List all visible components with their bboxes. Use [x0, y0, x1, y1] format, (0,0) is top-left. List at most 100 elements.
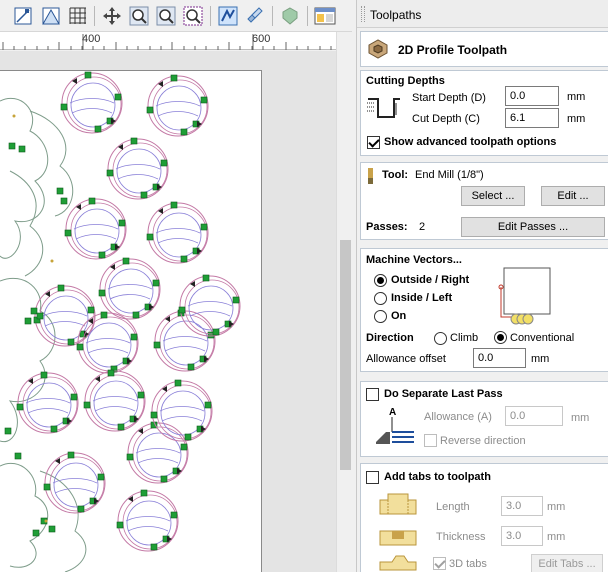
- inner-vector: [127, 526, 169, 532]
- move-icon[interactable]: [101, 5, 123, 27]
- vector-node: [8, 142, 16, 150]
- inside-left-label[interactable]: Inside / Left: [391, 292, 452, 304]
- vector-node: [70, 393, 78, 401]
- vector-node: [130, 333, 138, 341]
- separate-last-pass-checkbox[interactable]: [366, 388, 379, 401]
- vector-node: [97, 473, 105, 481]
- snap-icon[interactable]: [12, 5, 34, 27]
- vector-node: [140, 191, 148, 199]
- machine-vectors-section: Machine Vectors... Outside / Right Insid…: [360, 248, 608, 372]
- inner-vector: [157, 238, 199, 244]
- profile-toolpath-icon: [366, 37, 390, 64]
- inner-vector: [107, 284, 153, 290]
- vector-node: [114, 93, 122, 101]
- on-label[interactable]: On: [391, 310, 406, 322]
- material-icon[interactable]: [279, 5, 301, 27]
- conventional-radio[interactable]: [494, 331, 507, 344]
- leaf-outline: [9, 170, 44, 277]
- vector-node: [200, 223, 208, 231]
- vector-node: [67, 451, 75, 459]
- vector-node: [132, 311, 140, 319]
- tab-length-label: Length: [436, 501, 470, 513]
- select-tool-button[interactable]: Select ...: [461, 186, 525, 206]
- cut-depth-label: Cut Depth (C): [412, 113, 480, 125]
- reverse-direction-label[interactable]: Reverse direction: [440, 435, 526, 447]
- vector-point: [44, 519, 48, 523]
- inner-vector: [52, 478, 98, 484]
- vector-node: [57, 284, 65, 292]
- last-pass-allowance-input[interactable]: [505, 406, 563, 426]
- view-toolbar: [0, 0, 352, 32]
- vector-node: [40, 371, 48, 379]
- window-layout-icon[interactable]: [314, 5, 336, 27]
- leaf-outline: [0, 97, 49, 259]
- tabs-3d-icon: [378, 552, 418, 572]
- inner-vector: [25, 398, 71, 404]
- inner-vector: [164, 346, 206, 352]
- tabs-3d-checkbox[interactable]: [433, 557, 446, 570]
- cutting-depths-heading: Cutting Depths: [366, 75, 445, 87]
- tab-length-input[interactable]: [501, 496, 543, 516]
- drawing-canvas[interactable]: [0, 51, 336, 572]
- toolpath-preview-icon[interactable]: [217, 5, 239, 27]
- inner-vector: [189, 311, 231, 317]
- vector-artwork[interactable]: [0, 51, 336, 572]
- vector-node: [100, 311, 108, 319]
- vector-point: [12, 114, 16, 118]
- add-tabs-checkbox[interactable]: [366, 471, 379, 484]
- zoom-fit-icon[interactable]: [155, 5, 177, 27]
- inner-vector: [135, 448, 181, 454]
- grid-icon[interactable]: [67, 5, 89, 27]
- edit-passes-button[interactable]: Edit Passes ...: [461, 217, 605, 237]
- ruler-label-400: 400: [82, 33, 101, 45]
- tool-section: Tool: End Mill (1/8") Select ... Edit ..…: [360, 162, 608, 240]
- leaf-outline: [0, 462, 49, 568]
- allowance-offset-unit: mm: [531, 353, 550, 365]
- grid-snap-icon[interactable]: [40, 5, 62, 27]
- on-radio[interactable]: [374, 310, 387, 323]
- vector-node: [18, 145, 26, 153]
- show-advanced-checkbox[interactable]: [367, 136, 380, 149]
- inner-vector: [162, 336, 208, 342]
- vector-node: [212, 328, 220, 336]
- tabs-3d-label[interactable]: 3D tabs: [449, 558, 487, 570]
- start-depth-input[interactable]: [505, 86, 559, 106]
- inner-vector: [117, 174, 159, 180]
- tool-label: Tool:: [382, 169, 409, 181]
- cut-depth-unit: mm: [567, 113, 586, 125]
- tool-name: End Mill (1/8"): [415, 169, 484, 181]
- vector-node: [146, 233, 154, 241]
- conventional-label[interactable]: Conventional: [510, 332, 574, 344]
- vertical-scrollbar[interactable]: [336, 32, 353, 572]
- edit-tool-button[interactable]: Edit ...: [541, 186, 605, 206]
- show-advanced-label[interactable]: Show advanced toolpath options: [384, 136, 556, 148]
- vector-node: [174, 379, 182, 387]
- layers-icon[interactable]: [244, 5, 266, 27]
- vector-node: [170, 201, 178, 209]
- edit-tabs-button[interactable]: Edit Tabs ...: [531, 554, 603, 572]
- start-depth-unit: mm: [567, 91, 586, 103]
- cut-depth-input[interactable]: [505, 108, 559, 128]
- zoom-selection-icon[interactable]: [182, 5, 204, 27]
- reverse-direction-checkbox[interactable]: [424, 434, 437, 447]
- machine-vectors-heading: Machine Vectors...: [366, 254, 462, 266]
- inside-left-radio[interactable]: [374, 292, 387, 305]
- outside-right-radio[interactable]: [374, 274, 387, 287]
- allowance-offset-input[interactable]: [473, 348, 526, 368]
- tab-thickness-input[interactable]: [501, 526, 543, 546]
- toolpath-type-title: 2D Profile Toolpath: [398, 43, 508, 57]
- cutting-depths-section: Cutting Depths Start Depth (D) mm Cut De…: [360, 70, 608, 156]
- add-tabs-label[interactable]: Add tabs to toolpath: [384, 471, 491, 483]
- scrollbar-thumb[interactable]: [340, 240, 351, 470]
- climb-label[interactable]: Climb: [450, 332, 478, 344]
- panel-grip-handle[interactable]: [361, 6, 365, 22]
- vector-node: [178, 306, 186, 314]
- outside-right-label[interactable]: Outside / Right: [391, 274, 469, 286]
- inner-vector: [115, 164, 161, 170]
- climb-radio[interactable]: [434, 332, 447, 345]
- vector-node: [30, 307, 38, 315]
- horizontal-ruler: 400 600: [0, 32, 336, 50]
- separate-last-pass-label[interactable]: Do Separate Last Pass: [384, 388, 503, 400]
- zoom-icon[interactable]: [128, 5, 150, 27]
- svg-text:A: A: [389, 407, 396, 418]
